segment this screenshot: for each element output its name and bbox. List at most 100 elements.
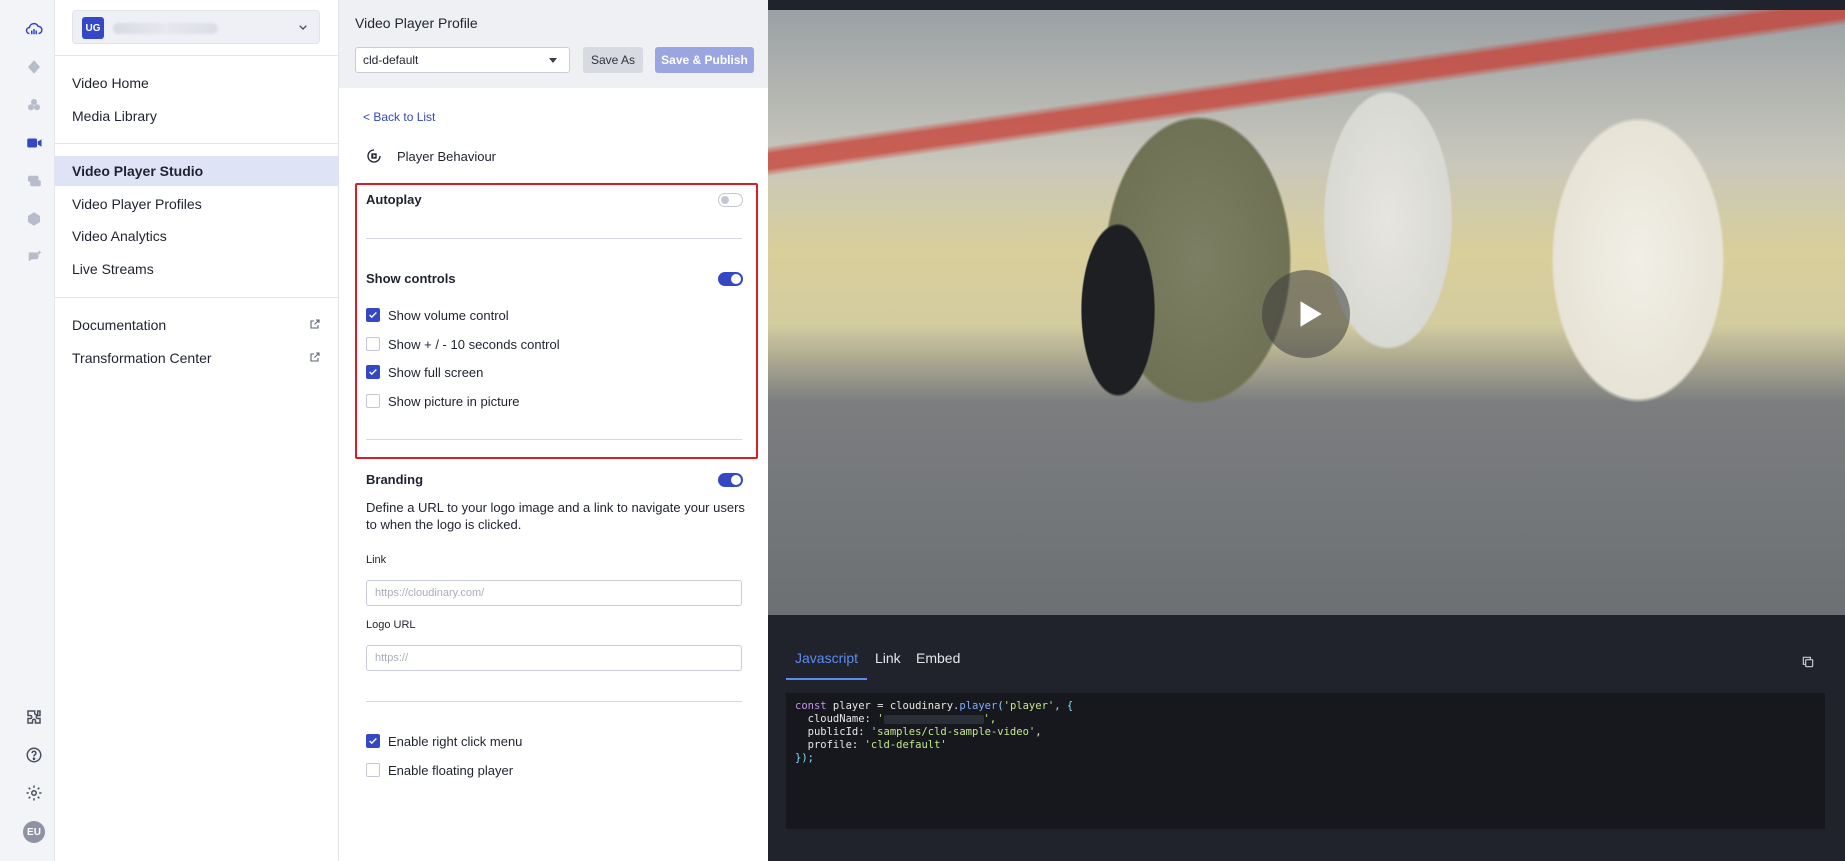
show-controls-toggle[interactable] (718, 272, 743, 286)
nav-video-player-studio[interactable]: Video Player Studio (55, 156, 339, 186)
branding-label: Branding (366, 472, 424, 487)
caret-down-icon (549, 58, 557, 63)
logo-url-field-label: Logo URL (366, 619, 416, 631)
branding-toggle[interactable] (718, 473, 743, 487)
checkbox-unchecked (366, 394, 380, 408)
code-token: const (795, 700, 827, 712)
nav-transformation-center[interactable]: Transformation Center (55, 343, 339, 373)
icon-rail: EU (0, 0, 55, 861)
checkbox-label: Show volume control (388, 307, 509, 323)
nav-label: Documentation (72, 317, 167, 333)
account-badge: UG (82, 17, 104, 39)
player-behaviour-icon (367, 149, 381, 163)
toggle-knob (731, 274, 741, 284)
checkbox-label: Show full screen (388, 364, 484, 380)
nav-video-analytics[interactable]: Video Analytics (55, 221, 339, 251)
section-title: Player Behaviour (397, 149, 496, 164)
autoplay-label: Autoplay (366, 192, 422, 207)
tab-link[interactable]: Link (875, 650, 901, 666)
code-token: publicId: (795, 726, 871, 738)
save-publish-button[interactable]: Save & Publish (655, 47, 754, 73)
code-token: , (1035, 726, 1042, 738)
code-token: player = cloudinary. (826, 700, 960, 712)
external-link-icon (310, 352, 320, 362)
autoplay-toggle[interactable] (718, 193, 743, 207)
code-token: 'samples/cld-sample-video' (870, 726, 1036, 738)
nav-documentation[interactable]: Documentation (55, 310, 339, 340)
profile-select-value: cld-default (363, 53, 419, 67)
nav-label: Video Home (72, 75, 149, 91)
code-token: cloudName: (795, 713, 878, 725)
save-as-button[interactable]: Save As (583, 47, 643, 73)
link-field-label: Link (366, 554, 387, 566)
checkbox-label: Enable floating player (388, 762, 514, 778)
video-player[interactable] (768, 10, 1845, 615)
divider (55, 143, 339, 144)
avatar-initials: EU (27, 826, 41, 838)
nav-label: Video Player Profiles (72, 196, 202, 212)
ai-sparkle-icon[interactable] (20, 244, 48, 270)
branding-description: Define a URL to your logo image and a li… (366, 500, 745, 532)
code-snippet-section: Javascript Link Embed const player = clo… (768, 628, 1845, 861)
checkbox-unchecked (366, 763, 380, 777)
nav-label: Media Library (72, 108, 157, 124)
puzzle-icon[interactable] (20, 704, 48, 730)
nav-video-home[interactable]: Video Home (55, 68, 339, 98)
diamond-icon[interactable] (20, 54, 48, 80)
checkbox-label: Show picture in picture (388, 393, 520, 409)
code-token: profile: (795, 739, 865, 751)
redacted-cloud-name (883, 714, 984, 724)
video-icon[interactable] (20, 130, 48, 156)
back-to-list-link[interactable]: < Back to List (363, 110, 435, 124)
show-pip-checkbox[interactable]: Show picture in picture (366, 392, 520, 410)
code-token: player (959, 700, 998, 712)
checkbox-checked (366, 308, 380, 322)
enable-right-click-checkbox[interactable]: Enable right click menu (366, 732, 522, 750)
nav-video-player-profiles[interactable]: Video Player Profiles (55, 189, 339, 219)
divider (366, 439, 742, 440)
checkbox-unchecked (366, 337, 380, 351)
divider (366, 238, 742, 239)
avatar[interactable]: EU (23, 821, 45, 843)
copy-icon[interactable] (1801, 655, 1815, 669)
divider (366, 701, 742, 702)
tab-javascript[interactable]: Javascript (795, 650, 858, 666)
nav-label: Transformation Center (72, 350, 212, 366)
code-token: , { (1054, 700, 1074, 712)
show-controls-label: Show controls (366, 271, 456, 286)
link-input[interactable] (366, 580, 742, 606)
globe-icon[interactable] (20, 206, 48, 232)
assets-icon[interactable] (20, 92, 48, 118)
divider (55, 297, 339, 298)
show-volume-control-checkbox[interactable]: Show volume control (366, 306, 509, 324)
play-button[interactable] (1262, 270, 1350, 358)
logo-url-input[interactable] (366, 645, 742, 671)
enable-floating-player-checkbox[interactable]: Enable floating player (366, 761, 513, 779)
code-token: ' (877, 713, 884, 725)
code-token: }); (795, 752, 814, 764)
panel-title: Video Player Profile (355, 15, 478, 31)
account-name-redacted (113, 23, 218, 34)
divider (55, 55, 339, 56)
checkbox-label: Enable right click menu (388, 733, 523, 749)
help-icon[interactable] (20, 742, 48, 768)
code-token: 'player' (1003, 700, 1055, 712)
checkbox-checked (366, 365, 380, 379)
cloud-logo-icon[interactable] (20, 16, 48, 42)
preview-area: Javascript Link Embed const player = clo… (768, 0, 1845, 861)
show-seek-control-checkbox[interactable]: Show + / - 10 seconds control (366, 335, 560, 353)
code-token: 'cld-default' (864, 739, 947, 751)
account-switcher[interactable]: UG (72, 10, 320, 44)
nav-live-streams[interactable]: Live Streams (55, 254, 339, 284)
layers-icon[interactable] (20, 168, 48, 194)
toggle-knob (721, 196, 729, 204)
checkbox-checked (366, 734, 380, 748)
code-block[interactable]: const player = cloudinary.player('player… (786, 693, 1825, 829)
tab-embed[interactable]: Embed (916, 650, 960, 666)
toggle-knob (731, 475, 741, 485)
code-token: ', (983, 713, 997, 725)
profile-select[interactable]: cld-default (355, 47, 570, 73)
show-full-screen-checkbox[interactable]: Show full screen (366, 363, 483, 381)
settings-icon[interactable] (20, 780, 48, 806)
nav-media-library[interactable]: Media Library (55, 101, 339, 131)
